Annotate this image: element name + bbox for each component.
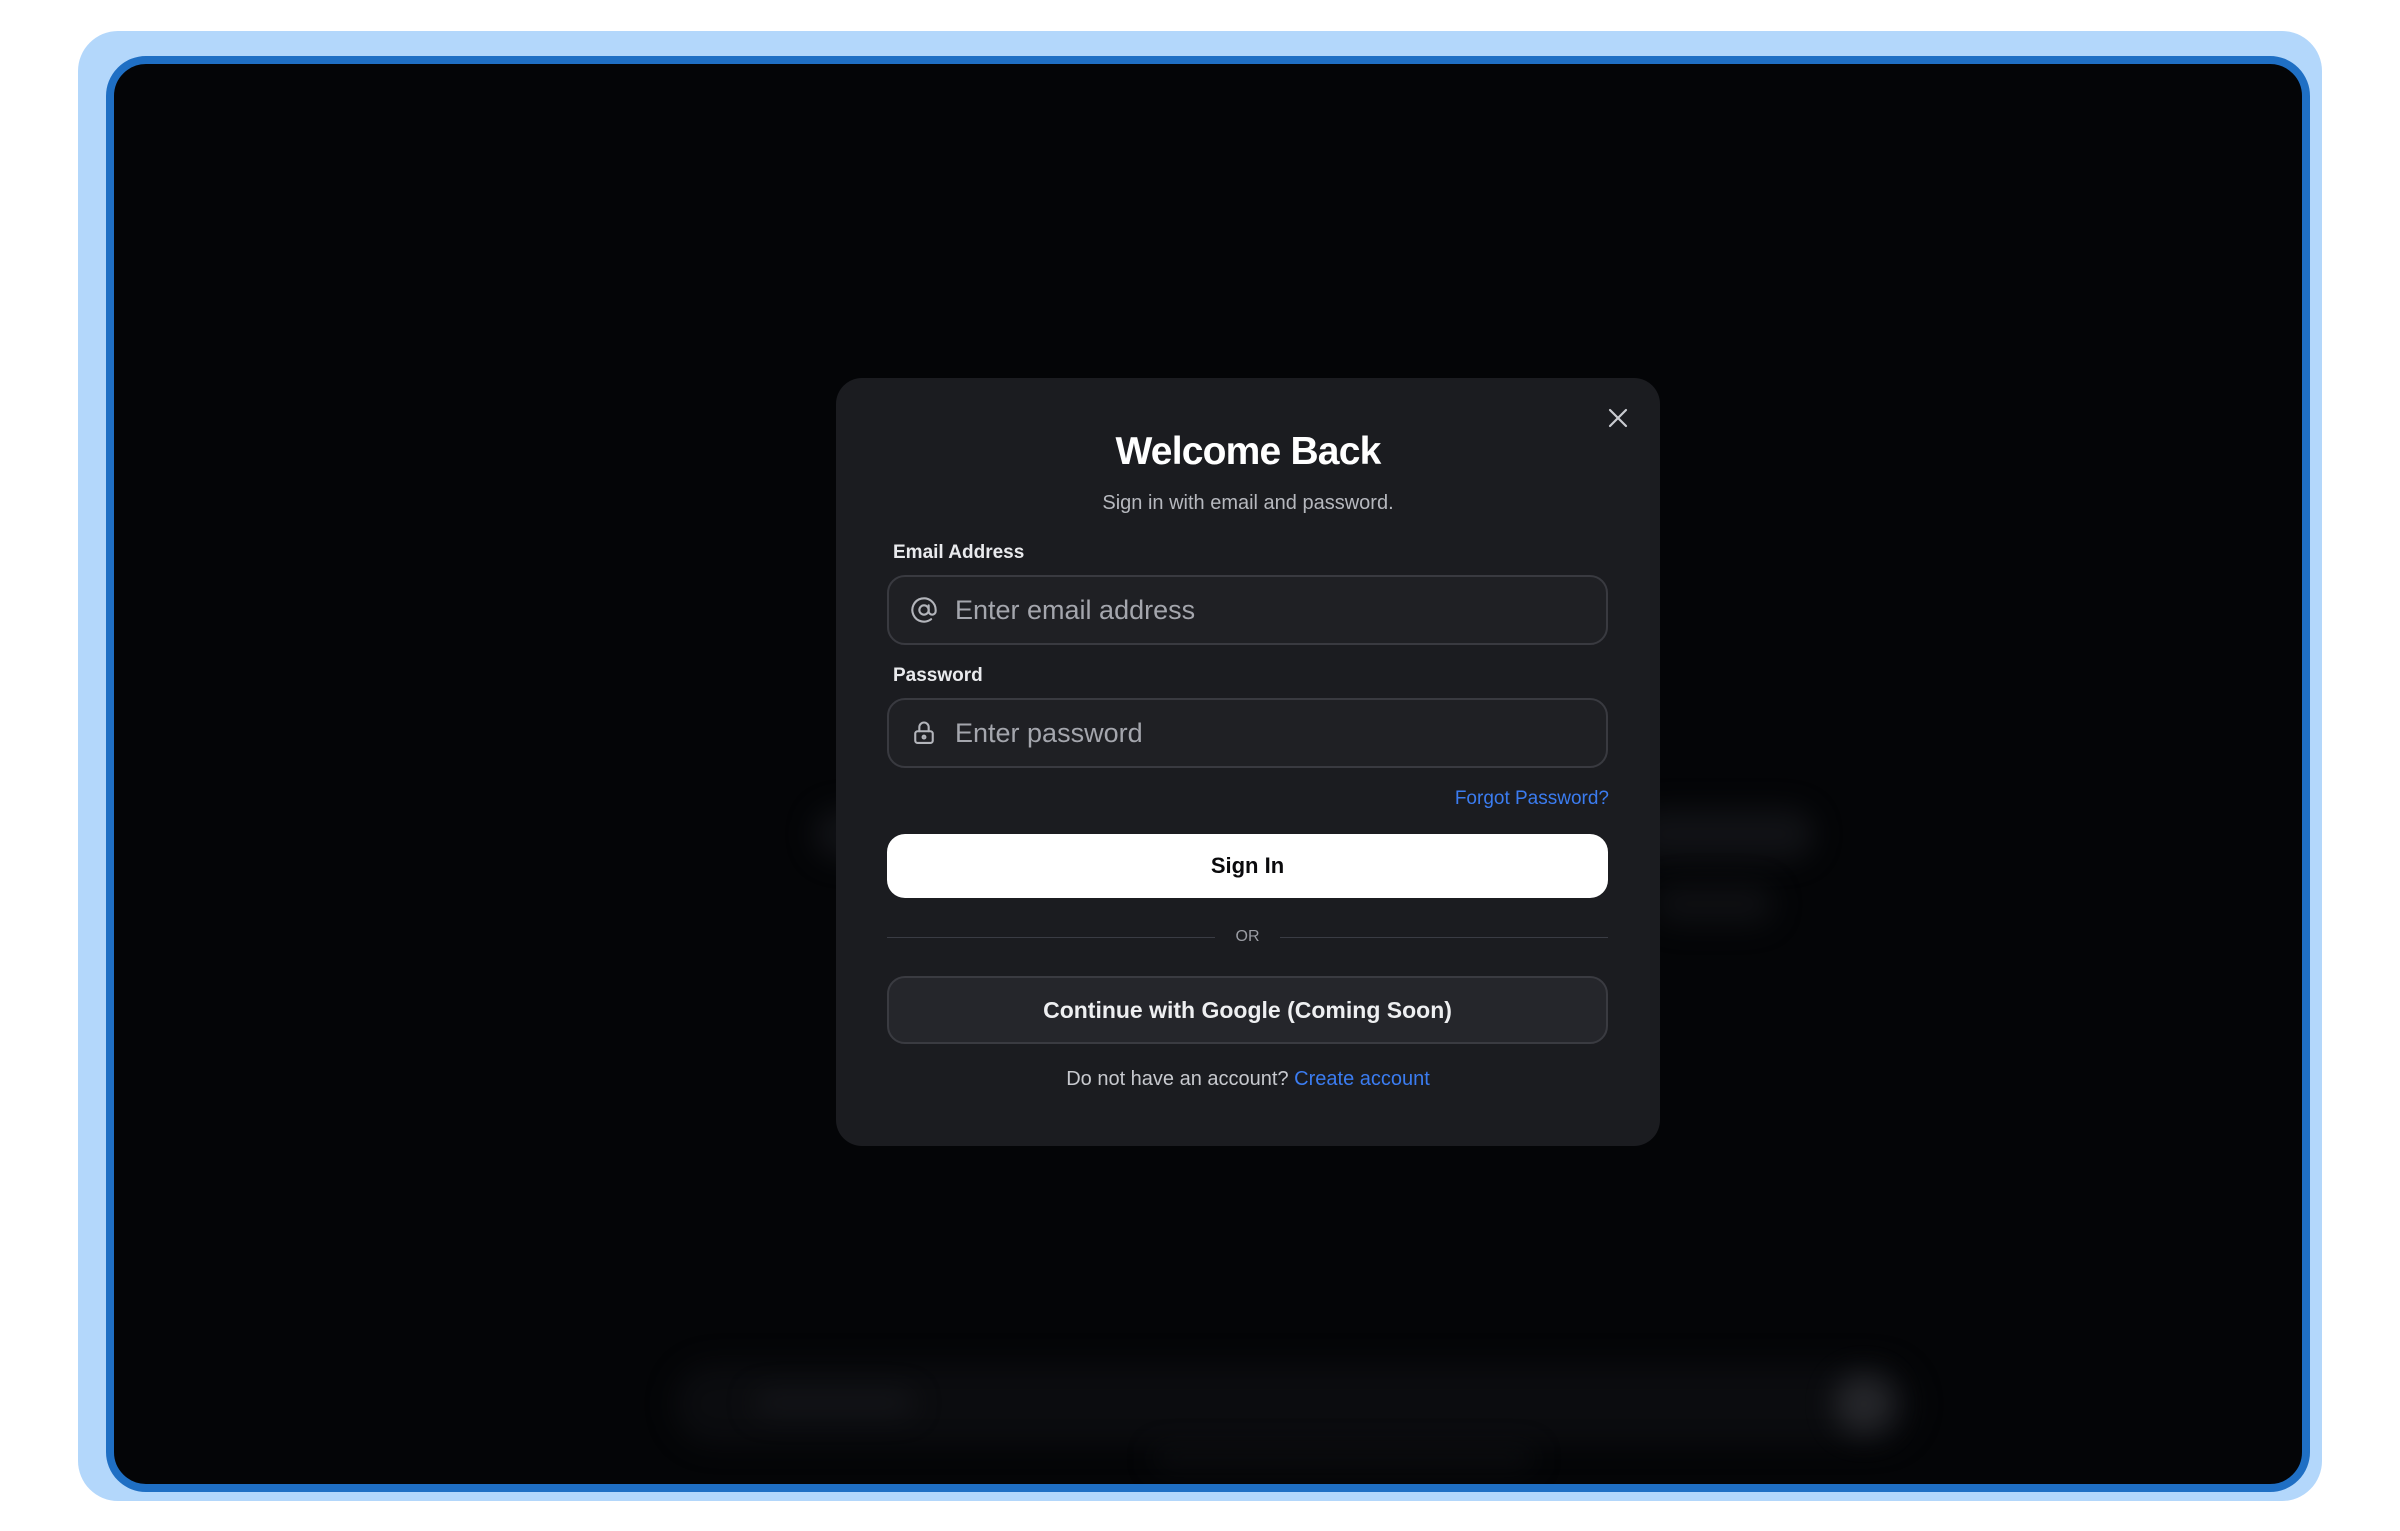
background-blurred-element (1634, 809, 1814, 859)
create-account-link[interactable]: Create account (1294, 1068, 1430, 1090)
lock-icon (909, 718, 939, 748)
forgot-password-link[interactable]: Forgot Password? (1455, 788, 1609, 810)
sign-in-button[interactable]: Sign In (887, 834, 1608, 898)
email-input[interactable] (953, 593, 1586, 627)
close-icon (1608, 408, 1628, 428)
email-label: Email Address (893, 542, 1025, 563)
signup-prompt-row: Do not have an account? Create account (836, 1068, 1660, 1091)
divider-line-right (1280, 937, 1608, 938)
modal-subtitle: Sign in with email and password. (1102, 492, 1394, 514)
password-label: Password (893, 665, 983, 686)
signup-prompt-text: Do not have an account? (1066, 1068, 1289, 1090)
password-field[interactable] (887, 698, 1608, 768)
background-blurred-footer (1154, 1449, 1534, 1467)
sign-in-modal: Welcome Back Sign in with email and pass… (836, 378, 1660, 1146)
background-blurred-element (1654, 884, 1774, 924)
email-field[interactable] (887, 575, 1608, 645)
google-sign-in-button[interactable]: Continue with Google (Coming Soon) (887, 976, 1608, 1044)
at-sign-icon (909, 595, 939, 625)
or-divider: OR (887, 926, 1608, 950)
background-blurred-button (1834, 1374, 1894, 1434)
modal-title: Welcome Back (1115, 430, 1382, 473)
password-input[interactable] (953, 716, 1586, 750)
background-blurred-text (754, 1392, 914, 1414)
